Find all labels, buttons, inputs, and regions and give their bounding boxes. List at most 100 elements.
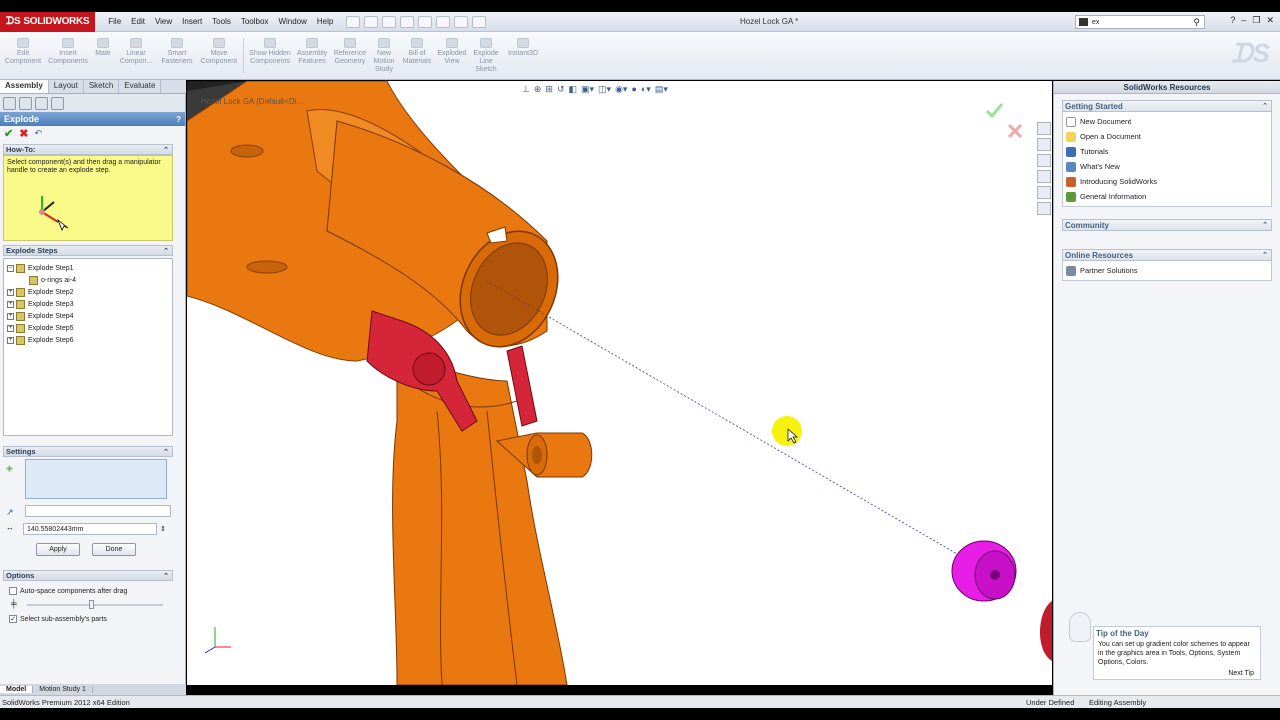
tutorials-link[interactable]: Tutorials [1063, 144, 1271, 159]
expand-tree-icon[interactable]: + [7, 336, 14, 344]
collapse-icon[interactable]: ⌃ [163, 146, 169, 154]
select-icon[interactable] [436, 15, 451, 28]
slider-thumb[interactable] [89, 600, 94, 609]
autospace-option[interactable]: Auto-space components after drag [9, 585, 173, 597]
show-hidden-components-button[interactable]: Show Hidden Components [247, 32, 293, 79]
collapse-icon[interactable]: ⌃ [163, 247, 169, 255]
collapse-icon[interactable]: ⌃ [1262, 251, 1268, 259]
model-render[interactable] [187, 81, 1052, 685]
tab-assembly[interactable]: Assembly [0, 80, 49, 93]
menu-insert[interactable]: Insert [177, 17, 207, 26]
appearances-icon[interactable] [1037, 186, 1051, 199]
explode-step-6[interactable]: + Explode Step6 [7, 334, 169, 346]
expand-tree-icon[interactable]: + [7, 300, 14, 308]
menu-window[interactable]: Window [273, 17, 311, 26]
collapse-icon[interactable]: ⌃ [163, 448, 169, 456]
explode-step-5[interactable]: + Explode Step5 [7, 322, 169, 334]
collapse-tree-icon[interactable]: − [7, 264, 14, 272]
scene-icon[interactable]: ◐▾ [641, 84, 651, 95]
search-icon[interactable]: ⚲ [1193, 17, 1200, 28]
explode-step-1[interactable]: − Explode Step1 [7, 262, 169, 274]
options-header[interactable]: Options ⌃ [3, 570, 173, 581]
smart-fasteners-button[interactable]: Smart Fasteners [156, 32, 198, 79]
close-icon[interactable]: ✕ [1266, 15, 1274, 26]
edit-component-button[interactable]: Edit Component [0, 32, 46, 79]
spacing-slider[interactable]: ╪ [11, 599, 163, 611]
collapse-icon[interactable]: ⌃ [1262, 221, 1268, 229]
print-icon[interactable] [400, 15, 415, 28]
explode-step-4[interactable]: + Explode Step4 [7, 310, 169, 322]
options-icon[interactable] [472, 15, 487, 28]
search-input[interactable]: ex [1092, 19, 1099, 26]
view-settings-icon[interactable]: ▤▾ [655, 84, 668, 95]
spin-icon[interactable]: ⇕ [160, 525, 166, 533]
explode-line-sketch-button[interactable]: Explode Line Sketch [469, 32, 503, 79]
search-scope-icon[interactable] [1079, 18, 1088, 26]
menu-view[interactable]: View [150, 17, 177, 26]
section-view-icon[interactable]: ◧ [568, 84, 577, 95]
insert-components-button[interactable]: Insert Components [46, 32, 90, 79]
whats-new-link[interactable]: What's New [1063, 159, 1271, 174]
instant3d-button[interactable]: Instant3D [503, 32, 543, 79]
general-information-link[interactable]: General Information [1063, 189, 1271, 204]
property-manager-icon[interactable] [19, 96, 32, 110]
move-component-button[interactable]: Move Component [198, 32, 240, 79]
new-motion-study-button[interactable]: New Motion Study [369, 32, 399, 79]
tab-sketch[interactable]: Sketch [84, 80, 120, 93]
graphics-area[interactable]: Hozel Lock GA (Default<Di... ⊥ ⊕ ⊞ ↺ ◧ ▣… [187, 81, 1052, 685]
autospace-checkbox[interactable] [9, 587, 17, 595]
explode-step-2[interactable]: + Explode Step2 [7, 286, 169, 298]
bill-of-materials-button[interactable]: Bill of Materials [399, 32, 435, 79]
steps-header[interactable]: Explode Steps ⌃ [3, 245, 173, 256]
view-palette-icon[interactable] [1037, 170, 1051, 183]
expand-tree-icon[interactable]: + [7, 288, 14, 296]
design-library-icon[interactable] [1037, 138, 1051, 151]
home-icon[interactable] [1037, 122, 1051, 135]
linear-component-button[interactable]: Linear Compon... [116, 32, 156, 79]
mate-button[interactable]: Mate [90, 32, 116, 79]
new-icon[interactable] [346, 15, 361, 28]
online-resources-header[interactable]: Online Resources ⌃ [1062, 249, 1272, 261]
expand-tree-icon[interactable]: + [7, 324, 14, 332]
menu-edit[interactable]: Edit [126, 17, 150, 26]
tab-motion-study[interactable]: Motion Study 1 [33, 686, 93, 693]
custom-properties-icon[interactable] [1037, 202, 1051, 215]
done-button[interactable]: Done [92, 543, 136, 556]
tab-layout[interactable]: Layout [49, 80, 84, 93]
menu-tools[interactable]: Tools [207, 17, 236, 26]
rebuild-icon[interactable] [454, 15, 469, 28]
view-orientation-icon[interactable]: ⊥ [522, 84, 530, 95]
configuration-icon[interactable] [35, 96, 48, 110]
solidworks-logo[interactable]: ᗪS SOLIDWORKS [0, 11, 96, 32]
menu-toolbox[interactable]: Toolbox [236, 17, 274, 26]
zoom-area-icon[interactable]: ⊞ [545, 84, 553, 95]
settings-header[interactable]: Settings ⌃ [3, 446, 173, 457]
explode-step-3[interactable]: + Explode Step3 [7, 298, 169, 310]
minimize-icon[interactable]: – [1241, 15, 1246, 26]
display-style-icon[interactable]: ◫▾ [598, 84, 611, 95]
community-header[interactable]: Community ⌃ [1062, 219, 1272, 231]
exploded-view-button[interactable]: Exploded View [435, 32, 469, 79]
search-box[interactable]: ex ⚲ [1075, 15, 1205, 29]
document-name[interactable]: Hozel Lock GA (Default<Di... [201, 97, 303, 106]
help-icon[interactable]: ? [176, 115, 181, 124]
open-icon[interactable] [364, 15, 379, 28]
tab-model[interactable]: Model [0, 686, 34, 693]
ok-check-icon[interactable]: ✔ [4, 127, 13, 140]
appearance-icon[interactable]: ● [631, 84, 636, 95]
menu-help[interactable]: Help [312, 17, 338, 26]
cancel-x-icon[interactable]: ✖ [19, 127, 28, 140]
assembly-features-button[interactable]: Assembly Features [293, 32, 331, 79]
collapse-icon[interactable]: ⌃ [163, 572, 169, 580]
apply-button[interactable]: Apply [36, 543, 80, 556]
previous-view-icon[interactable]: ↺ [557, 84, 565, 95]
undo-icon[interactable]: ↶ [34, 128, 42, 139]
direction-field[interactable] [25, 505, 171, 517]
undo-icon[interactable] [418, 15, 433, 28]
next-tip-link[interactable]: Next Tip [1228, 670, 1254, 677]
save-icon[interactable] [382, 15, 397, 28]
menu-file[interactable]: File [103, 17, 126, 26]
step-component[interactable]: o-rings ai-4 [29, 274, 169, 286]
open-document-link[interactable]: Open a Document [1063, 129, 1271, 144]
tab-evaluate[interactable]: Evaluate [119, 80, 162, 93]
